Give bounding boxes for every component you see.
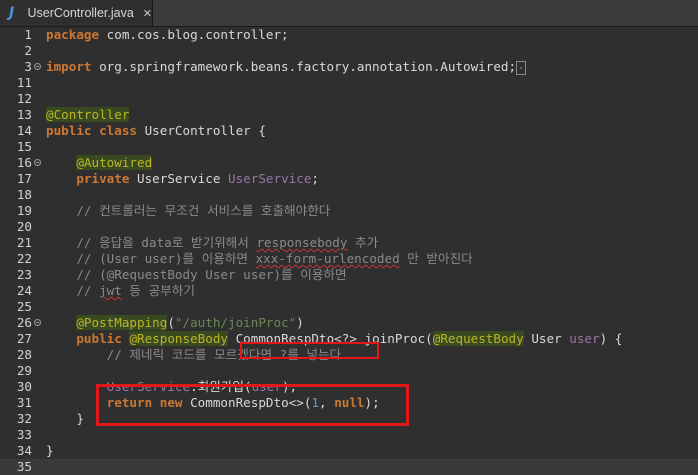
code-line[interactable]: 26 @PostMapping("/auth/joinProc") bbox=[0, 315, 698, 331]
line-number: 20 bbox=[16, 219, 32, 234]
line-number: 18 bbox=[16, 187, 32, 202]
code-line[interactable]: 29 bbox=[0, 363, 698, 379]
code-line[interactable]: 16 @Autowired bbox=[0, 155, 698, 171]
code-line[interactable]: 21 // 응답을 data로 받기위해서 responsebody 추가 bbox=[0, 235, 698, 251]
code-line[interactable]: 11 bbox=[0, 75, 698, 91]
line-number: 19 bbox=[16, 203, 32, 218]
java-file-icon: J bbox=[9, 5, 15, 21]
line-number: 12 bbox=[16, 91, 32, 106]
code-text: private UserService UserService; bbox=[76, 171, 319, 186]
code-text: // 응답을 data로 받기위해서 responsebody 추가 bbox=[76, 235, 379, 250]
line-number: 22 bbox=[16, 251, 32, 266]
line-number: 2 bbox=[24, 43, 32, 58]
line-number: 16 bbox=[16, 155, 32, 170]
line-number: 15 bbox=[16, 139, 32, 154]
close-icon[interactable]: ✕ bbox=[143, 7, 152, 20]
line-number: 29 bbox=[16, 363, 32, 378]
tab-user-controller[interactable]: J UserController.java ✕ bbox=[0, 0, 153, 26]
code-text: // (@RequestBody User user)를 이용하면 bbox=[76, 267, 347, 282]
code-text: @Controller bbox=[46, 107, 130, 122]
code-text: import org.springframework.beans.factory… bbox=[46, 59, 527, 75]
line-number: 13 bbox=[16, 107, 32, 122]
line-number: 26 bbox=[16, 315, 32, 330]
line-number: 30 bbox=[16, 379, 32, 394]
line-number: 31 bbox=[16, 395, 32, 410]
code-text: } bbox=[46, 443, 54, 458]
code-line[interactable]: 13 @Controller bbox=[0, 107, 698, 123]
code-line[interactable]: 14 public class UserController { bbox=[0, 123, 698, 139]
code-line[interactable]: 2 bbox=[0, 43, 698, 59]
line-number: 11 bbox=[16, 75, 32, 90]
code-line[interactable]: 23 // (@RequestBody User user)를 이용하면 bbox=[0, 267, 698, 283]
code-line[interactable]: 3 import org.springframework.beans.factor… bbox=[0, 59, 698, 75]
code-line[interactable]: 25 bbox=[0, 299, 698, 315]
code-text: // jwt 등 공부하기 bbox=[76, 283, 195, 298]
code-line[interactable]: 24 // jwt 등 공부하기 bbox=[0, 283, 698, 299]
fold-toggle-icon[interactable] bbox=[34, 63, 41, 70]
line-number: 27 bbox=[16, 331, 32, 346]
line-number: 35 bbox=[16, 459, 32, 474]
highlight-box-return-type bbox=[240, 342, 379, 359]
code-text: public class UserController { bbox=[46, 123, 266, 138]
fold-toggle-icon[interactable] bbox=[34, 319, 41, 326]
line-number: 33 bbox=[16, 427, 32, 442]
editor-tab-bar: J UserController.java ✕ bbox=[0, 0, 698, 27]
code-line[interactable]: 22 // (User user)를 이용하면 xxx-form-urlenco… bbox=[0, 251, 698, 267]
code-line[interactable]: 1 package com.cos.blog.controller; bbox=[0, 27, 698, 43]
line-number: 34 bbox=[16, 443, 32, 458]
code-text: @Autowired bbox=[76, 155, 153, 170]
line-number: 23 bbox=[16, 267, 32, 282]
line-number: 24 bbox=[16, 283, 32, 298]
line-number: 32 bbox=[16, 411, 32, 426]
line-number: 28 bbox=[16, 347, 32, 362]
line-number: 21 bbox=[16, 235, 32, 250]
line-number: 17 bbox=[16, 171, 32, 186]
highlight-box-method-body bbox=[96, 384, 409, 426]
code-text: } bbox=[46, 411, 84, 426]
line-number: 1 bbox=[24, 27, 32, 42]
code-line[interactable]: 34} bbox=[0, 443, 698, 459]
code-line[interactable]: 15 bbox=[0, 139, 698, 155]
line-number: 3 bbox=[24, 59, 32, 74]
code-line[interactable]: 20 bbox=[0, 219, 698, 235]
code-text: // 컨트롤러는 무조건 서비스를 호출해야한다 bbox=[76, 203, 331, 218]
code-line[interactable]: 17 private UserService UserService; bbox=[0, 171, 698, 187]
code-line[interactable]: 35 bbox=[0, 459, 698, 475]
code-line[interactable]: 19 // 컨트롤러는 무조건 서비스를 호출해야한다 bbox=[0, 203, 698, 219]
line-number: 14 bbox=[16, 123, 32, 138]
code-text: @PostMapping("/auth/joinProc") bbox=[76, 315, 304, 330]
code-line[interactable]: 18 bbox=[0, 187, 698, 203]
line-number: 25 bbox=[16, 299, 32, 314]
code-line[interactable]: 12 bbox=[0, 91, 698, 107]
tab-label: UserController.java bbox=[27, 6, 134, 20]
code-text: // (User user)를 이용하면 xxx-form-urlencoded… bbox=[76, 251, 473, 266]
code-line[interactable]: 33 bbox=[0, 427, 698, 443]
code-text: package com.cos.blog.controller; bbox=[46, 27, 289, 42]
fold-toggle-icon[interactable] bbox=[34, 159, 41, 166]
code-editor[interactable]: 1 package com.cos.blog.controller; 2 3 impor… bbox=[0, 27, 698, 475]
